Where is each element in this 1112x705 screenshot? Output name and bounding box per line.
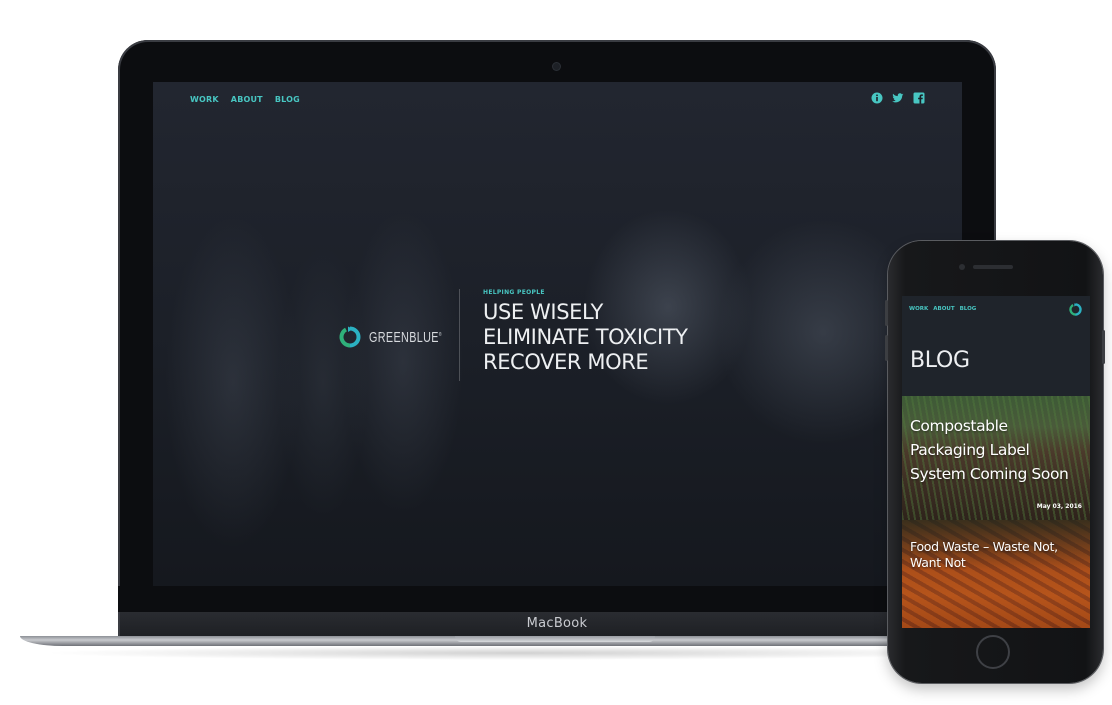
info-icon[interactable] bbox=[871, 92, 883, 104]
laptop-screen: WORK ABOUT BLOG GREENBLUE® HELPING PEOPL… bbox=[153, 82, 962, 586]
nav-link-work[interactable]: WORK bbox=[190, 95, 219, 104]
hero-line-2: ELIMINATE TOXICITY bbox=[483, 325, 688, 349]
phone-nav-link-blog[interactable]: BLOG bbox=[960, 306, 977, 312]
phone-power-button bbox=[1102, 330, 1105, 364]
blog-post-title: Food Waste – Waste Not, Want Not bbox=[910, 539, 1058, 570]
phone-nav-link-about[interactable]: ABOUT bbox=[933, 306, 954, 312]
hero-tagline: HELPING PEOPLE bbox=[483, 289, 545, 296]
phone-speaker bbox=[973, 265, 1013, 269]
laptop-hinge-notch bbox=[455, 636, 655, 642]
blog-post-date: May 03, 2016 bbox=[1036, 503, 1082, 510]
phone-nav-link-work[interactable]: WORK bbox=[909, 306, 928, 312]
phone-header: WORK ABOUT BLOG bbox=[902, 296, 1090, 326]
hero-line-1: USE WISELY bbox=[483, 300, 603, 324]
phone-volume-down bbox=[885, 335, 888, 361]
blog-post-card[interactable]: Compostable Packaging Label System Comin… bbox=[902, 396, 1090, 520]
brand[interactable]: GREENBLUE® bbox=[339, 326, 470, 348]
brand-name: GREENBLUE® bbox=[369, 328, 442, 346]
hero-text: HELPING PEOPLE USE WISELY ELIMINATE TOXI… bbox=[483, 289, 688, 375]
social-links bbox=[871, 92, 925, 104]
facebook-icon[interactable] bbox=[913, 92, 925, 104]
phone-front-camera bbox=[959, 264, 965, 270]
laptop-bottom-bezel bbox=[118, 586, 996, 612]
blog-post-title: Compostable Packaging Label System Comin… bbox=[910, 417, 1069, 483]
page-title: BLOG bbox=[910, 348, 970, 373]
phone-title-bar: BLOG bbox=[902, 326, 1090, 396]
hero-line-3: RECOVER MORE bbox=[483, 350, 649, 374]
nav-link-about[interactable]: ABOUT bbox=[231, 95, 263, 104]
greenblue-logo-icon[interactable] bbox=[1069, 303, 1082, 316]
laptop-nav: WORK ABOUT BLOG bbox=[190, 95, 300, 104]
hero-divider bbox=[459, 289, 460, 381]
phone-screen: WORK ABOUT BLOG BLOG Compostable Packagi… bbox=[902, 296, 1090, 628]
registered-mark: ® bbox=[438, 331, 442, 338]
macbook-label: MacBook bbox=[526, 616, 588, 631]
blog-post-card[interactable]: Food Waste – Waste Not, Want Not bbox=[902, 520, 1090, 628]
laptop-camera bbox=[553, 63, 560, 70]
nav-link-blog[interactable]: BLOG bbox=[275, 95, 300, 104]
greenblue-logo-icon bbox=[339, 326, 361, 348]
twitter-icon[interactable] bbox=[892, 92, 904, 104]
phone-nav: WORK ABOUT BLOG bbox=[909, 306, 976, 312]
phone-home-button[interactable] bbox=[976, 635, 1010, 669]
laptop-shadow bbox=[40, 646, 1000, 660]
phone-volume-up bbox=[885, 300, 888, 326]
